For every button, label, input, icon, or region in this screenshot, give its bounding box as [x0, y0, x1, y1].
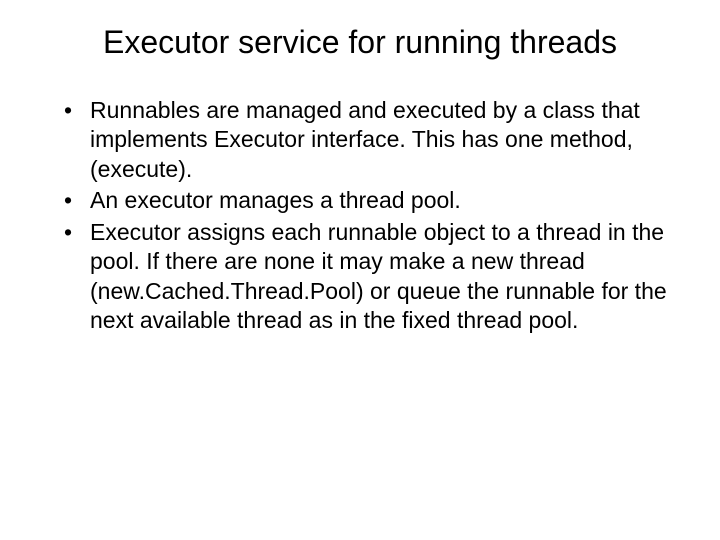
list-item: Runnables are managed and executed by a …	[64, 96, 680, 184]
bullet-list: Runnables are managed and executed by a …	[40, 96, 680, 336]
list-item: An executor manages a thread pool.	[64, 186, 680, 215]
slide-title: Executor service for running threads	[40, 22, 680, 62]
list-item: Executor assigns each runnable object to…	[64, 218, 680, 336]
